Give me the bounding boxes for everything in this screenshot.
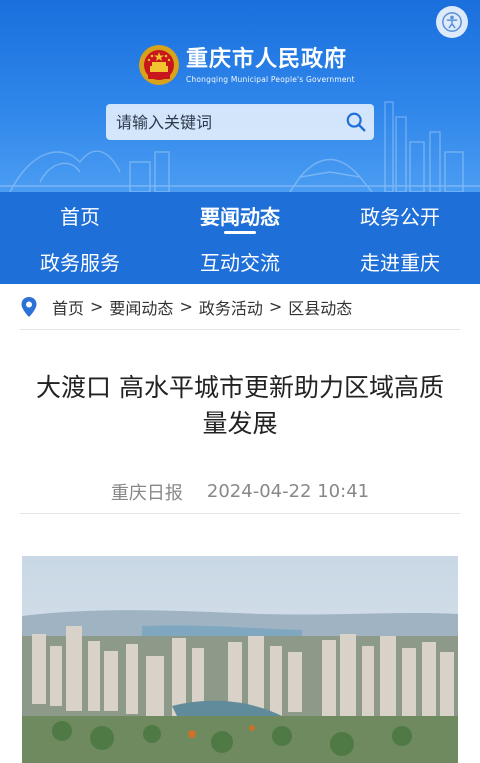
article-date: 2024-04-22 10:41 (206, 481, 370, 502)
city-aerial-photo (22, 556, 458, 763)
breadcrumb: 首页 > 要闻动态 > 政务活动 > 区县动态 (20, 284, 460, 330)
article-title: 大渡口 高水平城市更新助力区域高质量发展 (36, 373, 444, 438)
breadcrumb-home[interactable]: 首页 (52, 295, 84, 319)
breadcrumb-separator: > (179, 297, 193, 316)
article-source: 重庆日报 (110, 482, 183, 504)
accessibility-button[interactable] (436, 6, 468, 38)
nav-item-about-chongqing[interactable]: 走进重庆 (320, 238, 480, 284)
article-photo (22, 556, 458, 763)
article-meta: 重庆日报 2024-04-22 10:41 (20, 470, 460, 514)
national-emblem-icon (139, 45, 179, 85)
nav-item-interaction[interactable]: 互动交流 (160, 238, 320, 284)
site-header: 重庆市人民政府 Chongqing Municipal People's Gov… (0, 0, 480, 192)
breadcrumb-district-news[interactable]: 区县动态 (288, 295, 352, 319)
nav-item-home[interactable]: 首页 (0, 192, 160, 238)
breadcrumb-gov-activities[interactable]: 政务活动 (199, 295, 263, 319)
search-bar (106, 104, 374, 140)
search-input[interactable] (116, 112, 338, 132)
site-logo[interactable]: 重庆市人民政府 Chongqing Municipal People's Gov… (138, 44, 355, 86)
breadcrumb-separator: > (268, 297, 283, 316)
site-name: 重庆市人民政府 (186, 46, 348, 72)
accessibility-icon (442, 12, 462, 32)
main-nav: 首页 要闻动态 政务公开 政务服务 互动交流 走进重庆 (0, 192, 480, 284)
site-name-english: Chongqing Municipal People's Government (186, 74, 355, 84)
location-pin-icon (21, 296, 37, 317)
nav-item-gov-affairs[interactable]: 政务公开 (320, 192, 480, 238)
nav-item-news[interactable]: 要闻动态 (160, 192, 320, 238)
breadcrumb-news[interactable]: 要闻动态 (109, 295, 173, 319)
breadcrumb-separator: > (90, 297, 104, 316)
search-icon (346, 112, 366, 132)
search-button[interactable] (338, 104, 374, 140)
nav-item-gov-services[interactable]: 政务服务 (0, 238, 160, 284)
